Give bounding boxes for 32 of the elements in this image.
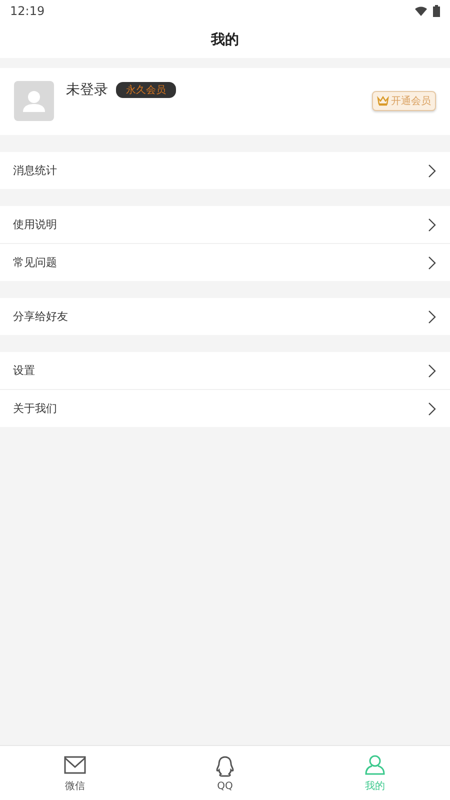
menu-label: 消息统计	[13, 163, 57, 178]
tab-item[interactable]: 微信	[0, 746, 150, 800]
menu-label: 关于我们	[13, 401, 57, 416]
tab-label: QQ	[217, 780, 233, 792]
chevron-icon	[428, 218, 436, 232]
menu-item[interactable]: 常见问题	[0, 244, 450, 281]
menu-item[interactable]: 消息统计	[0, 152, 450, 189]
chevron-icon	[428, 256, 436, 270]
member-badge: 永久会员	[116, 82, 176, 98]
tab-label: 我的	[365, 780, 385, 793]
chevron-icon	[428, 164, 436, 178]
tab-label: 微信	[65, 780, 85, 793]
menu-item[interactable]: 关于我们	[0, 390, 450, 427]
status-time: 12:19	[10, 4, 45, 18]
menu-label: 常见问题	[13, 255, 57, 270]
menu-item[interactable]: 使用说明	[0, 206, 450, 244]
battery-icon	[433, 5, 440, 17]
menu-item[interactable]: 分享给好友	[0, 298, 450, 335]
chevron-icon	[428, 402, 436, 416]
menu-label: 分享给好友	[13, 309, 68, 324]
menu-item[interactable]: 设置	[0, 352, 450, 390]
user-name: 未登录	[66, 81, 108, 99]
avatar-icon	[14, 81, 54, 121]
crown-icon	[377, 96, 389, 106]
chevron-icon	[428, 364, 436, 378]
tab-item[interactable]: QQ	[150, 746, 300, 800]
menu-label: 设置	[13, 363, 35, 378]
page-title: 我的	[211, 31, 239, 49]
wifi-icon	[415, 6, 427, 16]
chevron-icon	[428, 310, 436, 324]
menu-label: 使用说明	[13, 217, 57, 232]
person-icon	[363, 753, 387, 777]
